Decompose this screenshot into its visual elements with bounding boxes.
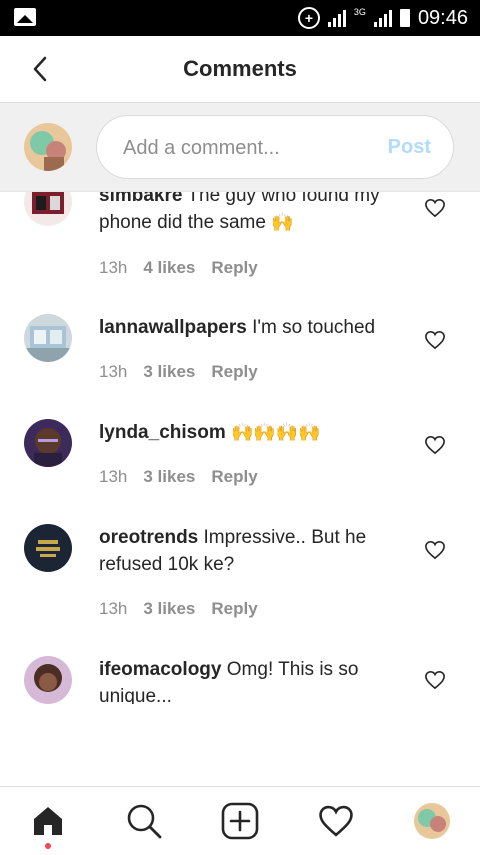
comment-meta: 13h 4 likes Reply — [99, 258, 258, 278]
post-button[interactable]: Post — [388, 136, 431, 159]
signal-3g-icon — [373, 9, 392, 27]
comment-time: 13h — [99, 362, 128, 381]
comment-composer: Post — [0, 103, 480, 192]
heart-icon[interactable] — [424, 198, 446, 218]
avatar — [414, 803, 450, 839]
reply-button[interactable]: Reply — [211, 599, 257, 619]
heart-icon[interactable] — [424, 540, 446, 560]
status-icons: + 3G 09:46 — [297, 6, 468, 30]
comment-username[interactable]: ifeomacology — [99, 659, 221, 680]
comment-emoji: 🙌 — [271, 212, 294, 232]
comment-username[interactable]: lannawallpapers — [99, 317, 247, 338]
avatar[interactable] — [24, 314, 72, 362]
page-title: Comments — [183, 56, 297, 81]
comment-username[interactable]: oreotrends — [99, 527, 198, 548]
comment-text: simbakre The guy who found my phone did … — [99, 192, 409, 236]
comment-input[interactable] — [121, 116, 365, 180]
activity-heart-icon[interactable] — [316, 801, 356, 841]
comments-header: Comments — [0, 36, 480, 103]
signal-icon — [327, 9, 346, 27]
reply-button[interactable]: Reply — [211, 258, 257, 278]
comment-text: lynda_chisom 🙌🙌🙌🙌 — [99, 419, 409, 446]
data-saver-icon: + — [297, 7, 320, 29]
avatar[interactable] — [24, 419, 72, 467]
network-type: 3G — [353, 7, 366, 17]
comment-likes[interactable]: 3 likes — [143, 467, 195, 487]
comment-emoji: 🙌🙌🙌🙌 — [231, 422, 321, 442]
status-bar: + 3G 09:46 — [0, 0, 480, 36]
image-icon — [14, 8, 36, 26]
comment-meta: 13h 3 likes Reply — [99, 467, 258, 487]
heart-icon[interactable] — [424, 670, 446, 690]
comment-text: oreotrends Impressive.. But he refused 1… — [99, 524, 409, 578]
comment-text: ifeomacology Omg! This is so unique... — [99, 656, 409, 704]
active-indicator — [45, 843, 51, 849]
add-post-icon[interactable] — [220, 801, 260, 841]
reply-button[interactable]: Reply — [211, 467, 257, 487]
comment-text: lannawallpapers I'm so touched — [99, 314, 409, 341]
bottom-nav — [0, 786, 480, 855]
heart-icon[interactable] — [424, 330, 446, 350]
comments-list: simbakre The guy who found my phone did … — [0, 192, 480, 786]
avatar[interactable] — [24, 656, 72, 704]
comment-meta: 13h 3 likes Reply — [99, 362, 258, 382]
avatar[interactable] — [24, 524, 72, 572]
comment-input-wrapper: Post — [96, 115, 454, 180]
avatar — [24, 123, 72, 171]
status-time: 09:46 — [417, 6, 468, 29]
reply-button[interactable]: Reply — [211, 362, 257, 382]
avatar[interactable] — [24, 192, 72, 226]
comment-likes[interactable]: 4 likes — [143, 258, 195, 278]
comment-time: 13h — [99, 599, 128, 618]
comment-meta: 13h 3 likes Reply — [99, 599, 258, 619]
home-icon[interactable] — [28, 801, 68, 841]
comment-likes[interactable]: 3 likes — [143, 362, 195, 382]
profile-avatar[interactable] — [412, 801, 452, 841]
comment-username[interactable]: simbakre — [99, 192, 182, 206]
comment-likes[interactable]: 3 likes — [143, 599, 195, 619]
comment-time: 13h — [99, 258, 128, 277]
heart-icon[interactable] — [424, 435, 446, 455]
battery-icon — [399, 9, 410, 27]
search-icon[interactable] — [124, 801, 164, 841]
comment-time: 13h — [99, 467, 128, 486]
comment-body: I'm so touched — [252, 317, 376, 338]
comment-username[interactable]: lynda_chisom — [99, 422, 226, 443]
